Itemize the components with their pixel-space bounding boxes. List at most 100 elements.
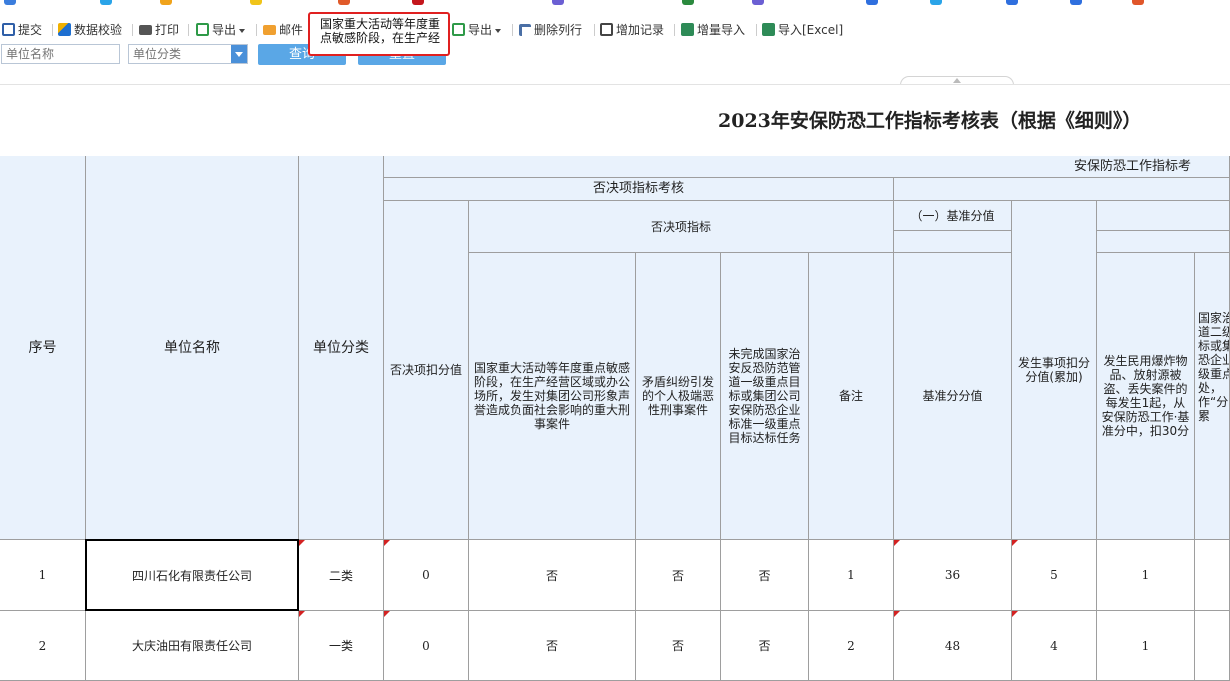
group-header-blank <box>1097 201 1230 231</box>
export2-dropdown[interactable]: 导出 <box>452 18 502 42</box>
bookmark-icon <box>752 0 764 5</box>
chevron-down-icon[interactable] <box>231 45 247 63</box>
bookmark-icon <box>552 0 564 5</box>
cell-remark[interactable]: 1 <box>809 540 894 611</box>
toolbar-separator <box>674 24 675 36</box>
cell-item-a[interactable]: 1 <box>1097 540 1195 611</box>
cell-veto-2[interactable]: 否 <box>636 540 721 611</box>
bookmark-item[interactable] <box>250 0 265 6</box>
print-button[interactable]: 打印 <box>139 18 179 42</box>
bookmark-item[interactable] <box>930 0 945 6</box>
divider <box>0 84 1230 85</box>
toolbar-separator <box>188 24 189 36</box>
bookmark-item[interactable] <box>866 0 881 6</box>
report-title: 2023年安保防恐工作指标考核表（根据《细则》） <box>718 110 1142 132</box>
incremental-import-button[interactable]: 增量导入 <box>681 18 745 42</box>
import-excel-button[interactable]: 导入[Excel] <box>762 18 843 42</box>
col-header-seq[interactable]: 序号 <box>0 156 86 540</box>
table-delete-icon <box>519 23 531 36</box>
cell-incident[interactable]: 4 <box>1012 611 1097 681</box>
group-header-base: （一）基准分值 <box>894 201 1012 231</box>
cell-veto-3[interactable]: 否 <box>721 611 809 681</box>
bookmark-item[interactable] <box>4 0 19 6</box>
cell-item-a[interactable]: 1 <box>1097 611 1195 681</box>
col-header-remark[interactable]: 备注 <box>809 253 894 540</box>
bookmark-item[interactable] <box>752 0 767 6</box>
col-header-veto-item-3[interactable]: 未完成国家治安反恐防范管道一级重点目标或集团公司安保防恐企业标准一级重点目标达标… <box>721 253 809 540</box>
cell-seq[interactable]: 2 <box>0 611 86 681</box>
col-header-base-value[interactable]: 基准分分值 <box>894 253 1012 540</box>
cell-base[interactable]: 36 <box>894 540 1012 611</box>
chevron-down-icon <box>495 28 502 33</box>
toolbar-separator <box>594 24 595 36</box>
submit-label: 提交 <box>18 23 43 37</box>
mail-icon <box>263 24 276 35</box>
bookmark-icon <box>1070 0 1082 5</box>
delete-row-col-label: 删除列行 <box>534 23 583 37</box>
cell-item-b[interactable] <box>1195 540 1230 611</box>
print-label: 打印 <box>155 23 180 37</box>
excel-icon <box>762 23 775 36</box>
validate-button[interactable]: 数据校验 <box>58 18 122 42</box>
group-header-blank <box>894 178 1230 201</box>
printer-icon <box>139 24 152 35</box>
bookmark-icon <box>1006 0 1018 5</box>
bookmark-icon <box>250 0 262 5</box>
col-header-item-a[interactable]: 发生民用爆炸物品、放射源被盗、丢失案件的每发生1起，从安保防恐工作·基准分中，扣… <box>1097 253 1195 540</box>
export2-label: 导出 <box>468 23 493 37</box>
export-dropdown[interactable]: 导出 <box>196 18 246 42</box>
cell-unit-name[interactable]: 四川石化有限责任公司 <box>85 539 299 611</box>
mail-button[interactable]: 邮件 <box>263 18 303 42</box>
cell-incident[interactable]: 5 <box>1012 540 1097 611</box>
bookmark-item[interactable] <box>160 0 175 6</box>
cell-seq[interactable]: 1 <box>0 540 86 611</box>
toolbar-separator <box>256 24 257 36</box>
group-header-main: 安保防恐工作指标考 <box>384 156 1230 178</box>
col-header-item-b[interactable]: 国家治道二级标或集恐企业级重点 处，作“分，累 <box>1195 253 1230 540</box>
bookmark-item[interactable] <box>1006 0 1021 6</box>
excel-icon <box>681 23 694 36</box>
import-excel-label: 导入[Excel] <box>778 23 844 37</box>
col-header-unit-category[interactable]: 单位分类 <box>299 156 384 540</box>
cell-unit-name[interactable]: 大庆油田有限责任公司 <box>86 611 299 681</box>
wand-icon <box>58 23 71 36</box>
cell-veto-1[interactable]: 否 <box>469 540 636 611</box>
bookmark-icon <box>682 0 694 5</box>
bookmark-item[interactable] <box>338 0 353 6</box>
toolbar-separator <box>132 24 133 36</box>
cell-veto-deduct[interactable]: 0 <box>384 540 469 611</box>
cell-tooltip: 国家重大活动等年度重点敏感阶段，在生产经 <box>308 12 450 56</box>
cell-category[interactable]: 二类 <box>299 540 384 611</box>
toolbar-separator <box>52 24 53 36</box>
cell-veto-2[interactable]: 否 <box>636 611 721 681</box>
cell-category[interactable]: 一类 <box>299 611 384 681</box>
filter-bar: 查询 重置 <box>0 44 1230 66</box>
bookmark-icon <box>100 0 112 5</box>
col-header-veto-deduct[interactable]: 否决项扣分值 <box>384 201 469 540</box>
cell-veto-deduct[interactable]: 0 <box>384 611 469 681</box>
bookmark-item[interactable] <box>100 0 115 6</box>
cell-veto-3[interactable]: 否 <box>721 540 809 611</box>
add-record-button[interactable]: 增加记录 <box>600 18 664 42</box>
cell-item-b[interactable] <box>1195 611 1230 681</box>
cell-remark[interactable]: 2 <box>809 611 894 681</box>
submit-button[interactable]: 提交 <box>2 18 42 42</box>
bookmark-item[interactable] <box>412 0 427 6</box>
col-header-veto-item-2[interactable]: 矛盾纠纷引发的个人极端恶性刑事案件 <box>636 253 721 540</box>
col-header-incident-accum[interactable]: 发生事项扣分分值(累加) <box>1012 201 1097 540</box>
bookmark-item[interactable] <box>1132 0 1147 6</box>
bookmark-item[interactable] <box>552 0 567 6</box>
bookmark-bar <box>0 0 1230 6</box>
unit-category-select[interactable] <box>128 44 248 64</box>
bookmark-icon <box>412 0 424 5</box>
bookmark-item[interactable] <box>1070 0 1085 6</box>
delete-row-col-button[interactable]: 删除列行 <box>519 18 582 42</box>
save-icon <box>2 23 15 36</box>
unit-name-input[interactable] <box>1 44 120 64</box>
col-header-unit-name[interactable]: 单位名称 <box>86 156 299 540</box>
bookmark-item[interactable] <box>682 0 697 6</box>
cell-veto-1[interactable]: 否 <box>469 611 636 681</box>
col-header-veto-item-1[interactable]: 国家重大活动等年度重点敏感阶段，在生产经营区域或办公场所，发生对集团公司形象声誉… <box>469 253 636 540</box>
mail-label: 邮件 <box>279 23 304 37</box>
cell-base[interactable]: 48 <box>894 611 1012 681</box>
